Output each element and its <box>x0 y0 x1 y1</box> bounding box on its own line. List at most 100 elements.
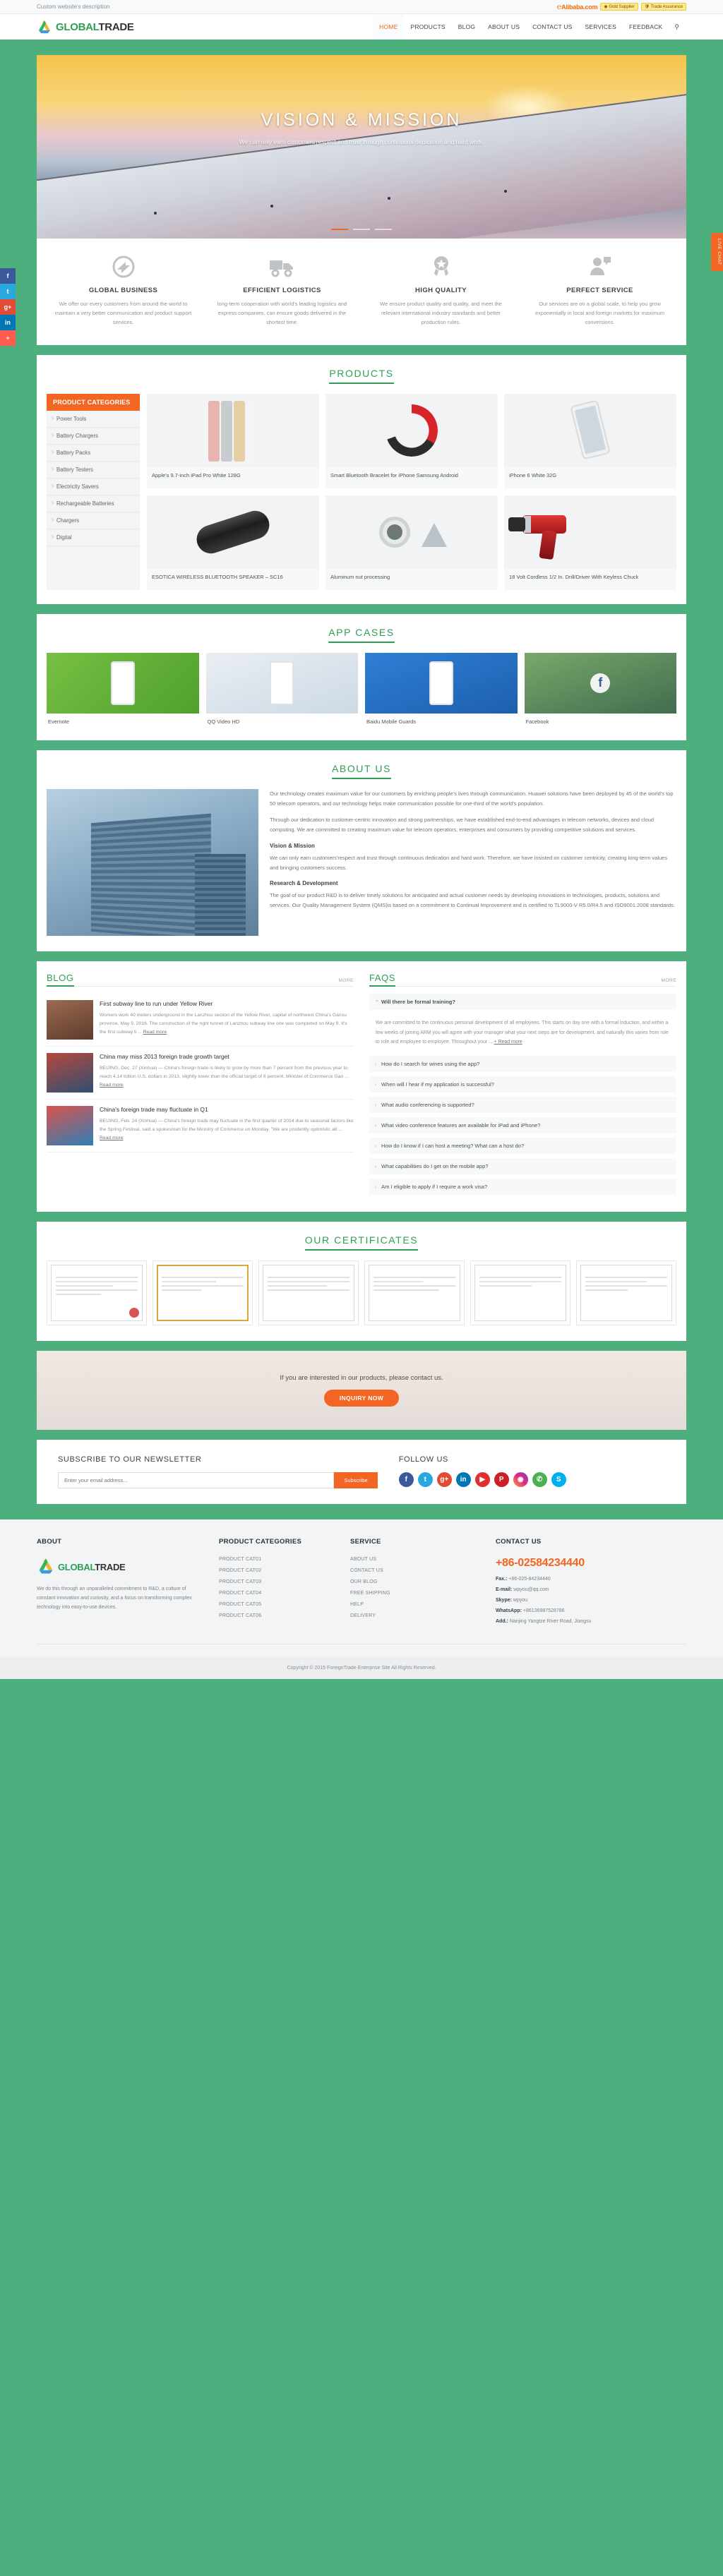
whatsapp-icon[interactable]: ✆ <box>532 1471 547 1487</box>
certificate-item[interactable] <box>470 1260 570 1325</box>
twitter-icon[interactable]: t <box>0 284 16 299</box>
blog-item[interactable]: First subway line to run under Yellow Ri… <box>47 994 354 1047</box>
linkedin-icon[interactable]: in <box>455 1471 471 1487</box>
faq-question[interactable]: When will I hear if my application is su… <box>369 1076 676 1093</box>
blog-read-more-link[interactable]: Read more <box>100 1136 124 1140</box>
faqs-more-link[interactable]: MORE <box>662 978 677 983</box>
footer-phone[interactable]: +86-02584234440 <box>496 1557 686 1570</box>
nav-item-services[interactable]: SERVICES <box>579 14 623 40</box>
blog-read-more-link[interactable]: Read more <box>143 1030 167 1035</box>
youtube-icon[interactable]: ▶ <box>474 1471 490 1487</box>
nav-item-products[interactable]: PRODUCTS <box>404 14 451 40</box>
twitter-icon[interactable]: t <box>417 1471 433 1487</box>
product-card[interactable]: ESOTICA WIRELESS BLUETOOTH SPEAKER – SC1… <box>147 495 319 591</box>
product-card[interactable]: iPhone 6 White 32G <box>504 394 676 489</box>
product-card[interactable]: Smart Bluetooth Bracelet for iPhone Sams… <box>325 394 498 489</box>
nav-item-about-us[interactable]: ABOUT US <box>482 14 526 40</box>
faq-question[interactable]: What capabilities do I get on the mobile… <box>369 1157 676 1174</box>
app-case-card[interactable]: f Facebook <box>524 653 676 725</box>
faq-question[interactable]: What audio conferencing is supported? <box>369 1096 676 1113</box>
facebook-icon[interactable]: f <box>0 268 16 284</box>
category-item-power-tools[interactable]: Power Tools <box>47 411 140 428</box>
alibaba-logo[interactable]: ℮Alibaba.com <box>557 3 598 11</box>
category-item-battery-testers[interactable]: Battery Testers <box>47 462 140 479</box>
certificate-item[interactable] <box>364 1260 465 1325</box>
category-item-digital[interactable]: Digital <box>47 529 140 547</box>
category-item-chargers[interactable]: Chargers <box>47 512 140 530</box>
product-card[interactable]: Apple's 9.7-inch iPad Pro White 128G <box>147 394 319 489</box>
instagram-icon[interactable]: ◉ <box>513 1471 528 1487</box>
footer-category-item[interactable]: PRODUCT CAT04 <box>219 1591 332 1596</box>
site-logo[interactable]: GLOBALTRADE <box>37 19 134 35</box>
footer-service-item[interactable]: FREE SHIPPING <box>350 1591 477 1596</box>
product-card[interactable]: Aluminum nut processing <box>325 495 498 591</box>
live-chat-tab[interactable]: LIVE CHAT <box>711 233 723 271</box>
trade-assurance-badge[interactable]: 🛡 Trade Assurance <box>640 3 686 11</box>
footer-service-item[interactable]: ABOUT US <box>350 1557 477 1562</box>
copyright-bar: Copyright © 2015 ForeignTrade Enterprise… <box>0 1656 723 1679</box>
gold-supplier-badge[interactable]: ◉ Gold Supplier <box>600 3 638 11</box>
certificate-item[interactable] <box>47 1260 147 1325</box>
site-footer: ABOUT GLOBALTRADE We do this through an … <box>0 1516 723 1657</box>
app-case-card[interactable]: QQ Video HD <box>205 653 358 725</box>
faq-question[interactable]: How do I know if I can host a meeting? W… <box>369 1137 676 1154</box>
category-item-battery-chargers[interactable]: Battery Chargers <box>47 428 140 445</box>
skype-icon[interactable]: S <box>551 1471 566 1487</box>
category-item-rechargeable-batteries[interactable]: Rechargeable Batteries <box>47 495 140 513</box>
hero-dot-2[interactable] <box>353 229 370 230</box>
certificate-item[interactable] <box>258 1260 359 1325</box>
faq-question[interactable]: How do I search for wines using the app? <box>369 1055 676 1072</box>
newsletter-subscribe-button[interactable]: Subscribe <box>334 1471 378 1488</box>
google-plus-icon[interactable]: g+ <box>436 1471 452 1487</box>
faq-read-more-link[interactable]: + Read more <box>494 1040 522 1045</box>
inquiry-now-button[interactable]: INQUIRY NOW <box>323 1389 400 1407</box>
blog-thumbnail <box>47 1053 93 1093</box>
certificate-item[interactable] <box>576 1260 676 1325</box>
category-item-battery-packs[interactable]: Battery Packs <box>47 445 140 462</box>
footer-service-item[interactable]: CONTACT US <box>350 1568 477 1573</box>
blog-title[interactable]: China's foreign trade may fluctuate in Q… <box>100 1106 354 1114</box>
blog-title[interactable]: China may miss 2013 foreign trade growth… <box>100 1053 354 1061</box>
faq-question-open[interactable]: Will there be formal training? <box>369 994 676 1011</box>
pinterest-icon[interactable]: P <box>494 1471 509 1487</box>
logo-text-second: TRADE <box>98 20 134 33</box>
blog-read-more-link[interactable]: Read more <box>100 1083 124 1088</box>
feature-text: Our services are on a global scale, to h… <box>535 301 664 326</box>
app-case-card[interactable]: Baidu Mobile Guards <box>365 653 518 725</box>
blog-item[interactable]: China's foreign trade may fluctuate in Q… <box>47 1100 354 1153</box>
product-card[interactable]: 18 Volt Cordless 1/2 In. Drill/Driver Wi… <box>504 495 676 591</box>
google-plus-icon[interactable]: g+ <box>0 299 16 315</box>
blog-more-link[interactable]: MORE <box>339 978 354 983</box>
certificate-item[interactable] <box>153 1260 253 1325</box>
nav-item-home[interactable]: HOME <box>373 14 405 40</box>
hero-dot-1[interactable] <box>330 229 348 230</box>
footer-service-item[interactable]: HELP <box>350 1602 477 1607</box>
newsletter-email-input[interactable] <box>58 1471 335 1488</box>
category-item-electricity-savers[interactable]: Electricity Savers <box>47 479 140 496</box>
footer-service-item[interactable]: OUR BLOG <box>350 1579 477 1584</box>
app-case-card[interactable]: Evernote <box>47 653 199 725</box>
about-panel: ABOUT US Our technology creates maximum … <box>37 750 686 952</box>
nav-item-blog[interactable]: BLOG <box>452 14 482 40</box>
footer-category-item[interactable]: PRODUCT CAT06 <box>219 1613 332 1618</box>
footer-category-item[interactable]: PRODUCT CAT05 <box>219 1602 332 1607</box>
footer-category-item[interactable]: PRODUCT CAT02 <box>219 1568 332 1573</box>
footer-email-value[interactable]: wpyou@qq.com <box>513 1587 549 1592</box>
footer-service-item[interactable]: DELIVERY <box>350 1613 477 1618</box>
nav-item-contact-us[interactable]: CONTACT US <box>526 14 578 40</box>
feature-high-quality: HIGH QUALITY We ensure product quality a… <box>362 253 520 327</box>
blog-title[interactable]: First subway line to run under Yellow Ri… <box>100 1000 354 1008</box>
faq-question[interactable]: What video conference features are avail… <box>369 1117 676 1133</box>
search-icon[interactable]: ⚲ <box>669 23 686 31</box>
linkedin-icon[interactable]: in <box>0 315 16 330</box>
more-share-icon[interactable]: + <box>0 330 16 346</box>
nav-item-feedback[interactable]: FEEDBACK <box>623 14 669 40</box>
footer-category-item[interactable]: PRODUCT CAT03 <box>219 1579 332 1584</box>
footer-category-item[interactable]: PRODUCT CAT01 <box>219 1557 332 1562</box>
facebook-icon[interactable]: f <box>398 1471 414 1487</box>
footer-logo[interactable]: GLOBALTRADE <box>37 1557 201 1577</box>
hero-dot-3[interactable] <box>375 229 393 230</box>
faq-question[interactable]: Am I eligible to apply if I require a wo… <box>369 1178 676 1195</box>
blog-item[interactable]: China may miss 2013 foreign trade growth… <box>47 1047 354 1100</box>
hero-banner[interactable]: VISION & MISSION We can only earn custom… <box>37 55 686 239</box>
